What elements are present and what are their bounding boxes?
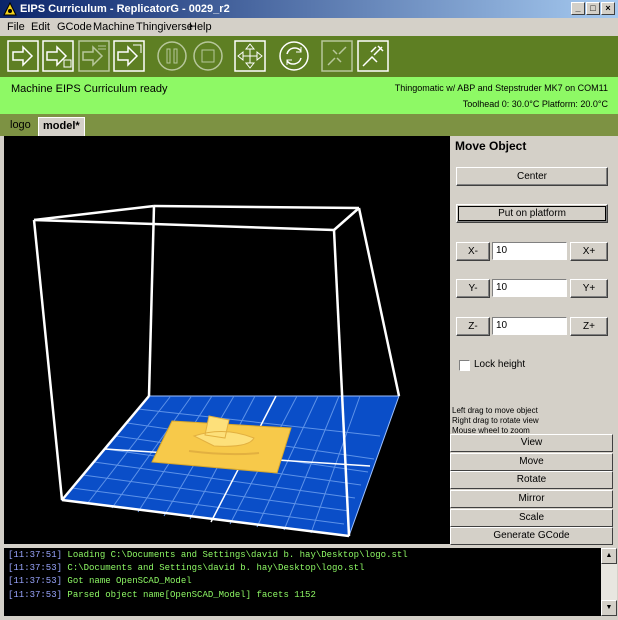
log-message: C:\Documents and Settings\david b. hay\D… <box>62 563 365 573</box>
window-title: EIPS Curriculum - ReplicatorG - 0029_r2 <box>20 3 230 15</box>
log-message: Got name OpenSCAD_Model <box>62 576 192 586</box>
y-plus-button[interactable]: Y+ <box>570 279 608 298</box>
build-volume-render <box>32 204 401 538</box>
log-time: [11:37:53] <box>8 576 63 586</box>
x-minus-button[interactable]: X- <box>456 242 490 261</box>
menu-gcode[interactable]: GCode <box>57 21 92 33</box>
stop-icon[interactable] <box>192 40 224 72</box>
console-log[interactable]: [11:37:51] Loading C:\Documents and Sett… <box>4 548 601 616</box>
help-line: Left drag to move object <box>452 406 538 415</box>
build-to-file-icon[interactable] <box>78 40 110 72</box>
app-icon <box>3 2 17 16</box>
maximize-button[interactable]: □ <box>586 2 600 15</box>
scale-mode-button[interactable]: Scale <box>450 509 613 527</box>
view-mode-button[interactable]: View <box>450 434 613 452</box>
3d-viewport[interactable] <box>4 136 450 544</box>
menu-file[interactable]: File <box>7 21 25 33</box>
y-minus-button[interactable]: Y- <box>456 279 490 298</box>
build-icon[interactable] <box>7 40 39 72</box>
z-offset-field[interactable]: 10 <box>492 317 567 335</box>
x-offset-field[interactable]: 10 <box>492 242 567 260</box>
panel-title: Move Object <box>455 139 527 153</box>
close-button[interactable]: × <box>601 2 615 15</box>
machine-status: Machine EIPS Curriculum ready <box>11 83 168 95</box>
tab-logo[interactable]: logo <box>6 117 35 136</box>
machine-status-area: Machine EIPS Curriculum ready Thingomati… <box>0 77 618 114</box>
menu-help[interactable]: Help <box>189 21 212 33</box>
title-bar: EIPS Curriculum - ReplicatorG - 0029_r2 … <box>0 0 618 18</box>
menu-bar: File Edit GCode Machine Thingiverse Help <box>0 18 618 36</box>
z-minus-button[interactable]: Z- <box>456 317 490 336</box>
control-panel-icon[interactable] <box>234 40 266 72</box>
move-object-panel: Move Object Center Put on platform X- 10… <box>450 136 618 545</box>
scroll-up-icon[interactable]: ▲ <box>601 548 617 564</box>
minimize-button[interactable]: _ <box>571 2 585 15</box>
lock-height-label: Lock height <box>474 359 526 370</box>
build-remote-icon[interactable] <box>113 40 145 72</box>
console-scrollbar[interactable]: ▲ ▼ <box>601 548 617 616</box>
menu-thingiverse[interactable]: Thingiverse <box>136 21 193 33</box>
z-plus-button[interactable]: Z+ <box>570 317 608 336</box>
generate-gcode-button[interactable]: Generate GCode <box>450 527 613 545</box>
connect-icon[interactable] <box>357 40 389 72</box>
machine-description: Thingomatic w/ ABP and Stepstruder MK7 o… <box>394 83 608 93</box>
log-time: [11:37:53] <box>8 590 63 600</box>
x-plus-button[interactable]: X+ <box>570 242 608 261</box>
log-message: Parsed object name[OpenSCAD_Model] facet… <box>62 590 316 600</box>
put-on-platform-button[interactable]: Put on platform <box>456 204 608 223</box>
move-mode-button[interactable]: Move <box>450 453 613 471</box>
scroll-down-icon[interactable]: ▼ <box>601 600 617 616</box>
reset-icon[interactable] <box>278 40 310 72</box>
menu-machine[interactable]: Machine <box>93 21 135 33</box>
log-line: [11:37:53] Parsed object name[OpenSCAD_M… <box>8 590 316 600</box>
menu-edit[interactable]: Edit <box>31 21 50 33</box>
pause-icon[interactable] <box>156 40 188 72</box>
log-line: [11:37:51] Loading C:\Documents and Sett… <box>8 550 408 560</box>
tab-model[interactable]: model* <box>38 117 85 136</box>
rotate-mode-button[interactable]: Rotate <box>450 471 613 489</box>
temperature-readout: Toolhead 0: 30.0°C Platform: 20.0°C <box>462 99 608 109</box>
center-button[interactable]: Center <box>456 167 608 186</box>
disconnect-icon[interactable] <box>321 40 353 72</box>
tab-bar: logo model* <box>0 114 618 136</box>
log-line: [11:37:53] Got name OpenSCAD_Model <box>8 576 192 586</box>
y-offset-field[interactable]: 10 <box>492 279 567 297</box>
log-time: [11:37:51] <box>8 550 63 560</box>
help-line: Right drag to rotate view <box>452 416 539 425</box>
toolbar <box>0 36 618 77</box>
log-message: Loading C:\Documents and Settings\david … <box>62 550 408 560</box>
lock-height-checkbox[interactable] <box>459 360 470 371</box>
log-time: [11:37:53] <box>8 563 63 573</box>
log-line: [11:37:53] C:\Documents and Settings\dav… <box>8 563 364 573</box>
mirror-mode-button[interactable]: Mirror <box>450 490 613 508</box>
upload-icon[interactable] <box>42 40 74 72</box>
